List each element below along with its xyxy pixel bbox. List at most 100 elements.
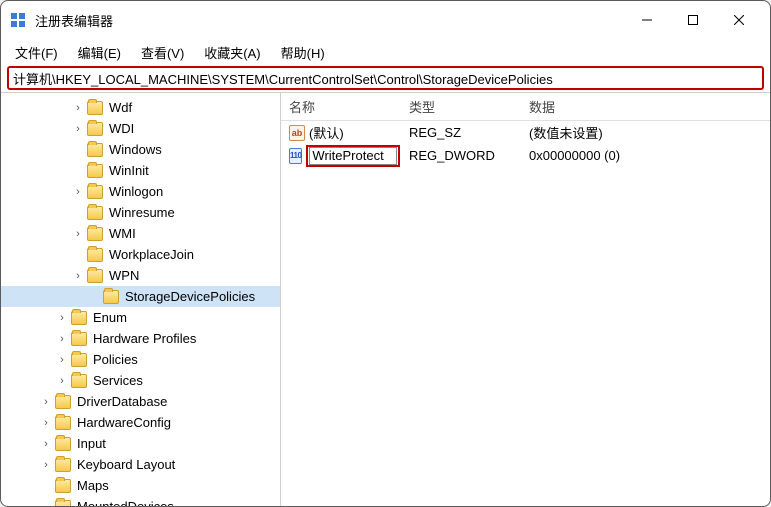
col-header-data[interactable]: 数据 (521, 93, 770, 120)
menu-edit[interactable]: 编辑(E) (70, 41, 129, 64)
tree-item-label: Winlogon (107, 184, 165, 199)
folder-icon (71, 374, 87, 388)
twisty-blank (71, 248, 85, 262)
folder-icon (87, 101, 103, 115)
twisty-blank (71, 206, 85, 220)
chevron-right-icon[interactable]: › (39, 416, 53, 430)
tree-item[interactable]: › DriverDatabase (1, 391, 280, 412)
folder-icon (87, 164, 103, 178)
tree-item[interactable]: › WMI (1, 223, 280, 244)
rename-highlight (306, 145, 400, 167)
folder-icon (55, 416, 71, 430)
chevron-right-icon[interactable]: › (39, 437, 53, 451)
tree-item[interactable]: ›Hardware Profiles (1, 328, 280, 349)
close-button[interactable] (716, 4, 762, 36)
maximize-button[interactable] (670, 4, 716, 36)
menu-help[interactable]: 帮助(H) (273, 41, 333, 64)
chevron-right-icon[interactable]: › (71, 269, 85, 283)
tree-item[interactable]: StorageDevicePolicies (1, 286, 280, 307)
folder-icon (55, 458, 71, 472)
folder-icon (55, 437, 71, 451)
folder-icon (71, 332, 87, 346)
chevron-right-icon[interactable]: › (71, 185, 85, 199)
value-data-cell: (数值未设置) (521, 122, 770, 143)
value-data-cell: 0x00000000 (0) (521, 147, 770, 164)
tree-item-label: WMI (107, 226, 138, 241)
col-header-name[interactable]: 名称 (281, 93, 401, 120)
tree-item[interactable]: MountedDevices (1, 496, 280, 506)
tree-item[interactable]: › Policies (1, 349, 280, 370)
value-name-input[interactable] (309, 147, 397, 165)
chevron-right-icon[interactable]: › (39, 395, 53, 409)
folder-icon (55, 500, 71, 507)
value-row[interactable]: ab(默认) REG_SZ(数值未设置) (281, 121, 770, 144)
menu-view[interactable]: 查看(V) (133, 41, 192, 64)
twisty-blank (39, 479, 53, 493)
dword-value-icon: 110 (289, 148, 302, 164)
tree-item[interactable]: › Keyboard Layout (1, 454, 280, 475)
app-icon (9, 11, 27, 29)
chevron-right-icon[interactable]: › (39, 458, 53, 472)
folder-icon (71, 311, 87, 325)
value-name-text: (默认) (309, 123, 344, 142)
tree-panel[interactable]: › Wdf ›WDI Windows WinInit › Winlogon Winresume… (1, 93, 281, 506)
chevron-right-icon[interactable]: › (71, 101, 85, 115)
tree-item[interactable]: ›HardwareConfig (1, 412, 280, 433)
tree-item[interactable]: Windows (1, 139, 280, 160)
tree-item[interactable]: › Wdf (1, 97, 280, 118)
value-type-cell: REG_DWORD (401, 147, 521, 164)
value-row[interactable]: 110 REG_DWORD0x00000000 (0) (281, 144, 770, 167)
tree-item-label: DriverDatabase (75, 394, 169, 409)
chevron-right-icon[interactable]: › (55, 374, 69, 388)
chevron-right-icon[interactable]: › (71, 227, 85, 241)
window-title: 注册表编辑器 (35, 11, 624, 30)
menu-file[interactable]: 文件(F) (7, 41, 66, 64)
address-bar-text: 计算机\HKEY_LOCAL_MACHINE\SYSTEM\CurrentCon… (13, 69, 553, 88)
values-header[interactable]: 名称 类型 数据 (281, 93, 770, 121)
string-value-icon: ab (289, 125, 305, 141)
main-area: › Wdf ›WDI Windows WinInit › Winlogon Winresume… (1, 92, 770, 506)
tree-item[interactable]: WinInit (1, 160, 280, 181)
chevron-right-icon[interactable]: › (55, 353, 69, 367)
tree-item-label: Policies (91, 352, 140, 367)
chevron-right-icon[interactable]: › (55, 332, 69, 346)
tree-item-label: WPN (107, 268, 141, 283)
tree-item[interactable]: WorkplaceJoin (1, 244, 280, 265)
tree-item[interactable]: Winresume (1, 202, 280, 223)
tree-item[interactable]: Maps (1, 475, 280, 496)
tree-item[interactable]: › Winlogon (1, 181, 280, 202)
tree-item-label: Keyboard Layout (75, 457, 177, 472)
tree-item-label: Input (75, 436, 108, 451)
tree-item-label: Maps (75, 478, 111, 493)
values-list: ab(默认) REG_SZ(数值未设置) 110 REG_DWORD0x0000000… (281, 121, 770, 167)
folder-icon (87, 269, 103, 283)
folder-icon (87, 185, 103, 199)
chevron-right-icon[interactable]: › (71, 122, 85, 136)
twisty-blank (71, 143, 85, 157)
tree-item[interactable]: ›Services (1, 370, 280, 391)
twisty-blank (87, 290, 101, 304)
tree-item[interactable]: › WPN (1, 265, 280, 286)
folder-icon (55, 479, 71, 493)
folder-icon (71, 353, 87, 367)
tree-item-label: Windows (107, 142, 164, 157)
value-type-cell: REG_SZ (401, 124, 521, 141)
titlebar: 注册表编辑器 (1, 1, 770, 39)
twisty-blank (39, 500, 53, 507)
minimize-button[interactable] (624, 4, 670, 36)
value-name-cell: 110 (281, 144, 401, 168)
tree-item[interactable]: ›WDI (1, 118, 280, 139)
col-header-type[interactable]: 类型 (401, 93, 521, 120)
tree-item[interactable]: › Input (1, 433, 280, 454)
tree-item-label: WinInit (107, 163, 151, 178)
chevron-right-icon[interactable]: › (55, 311, 69, 325)
tree-item-label: MountedDevices (75, 499, 176, 506)
tree-item-label: Enum (91, 310, 129, 325)
tree-item[interactable]: › Enum (1, 307, 280, 328)
tree-item-label: Winresume (107, 205, 177, 220)
tree-item-label: Wdf (107, 100, 134, 115)
tree-item-label: WorkplaceJoin (107, 247, 196, 262)
menubar: 文件(F) 编辑(E) 查看(V) 收藏夹(A) 帮助(H) (1, 39, 770, 65)
menu-favorites[interactable]: 收藏夹(A) (196, 41, 268, 64)
address-bar[interactable]: 计算机\HKEY_LOCAL_MACHINE\SYSTEM\CurrentCon… (7, 66, 764, 90)
